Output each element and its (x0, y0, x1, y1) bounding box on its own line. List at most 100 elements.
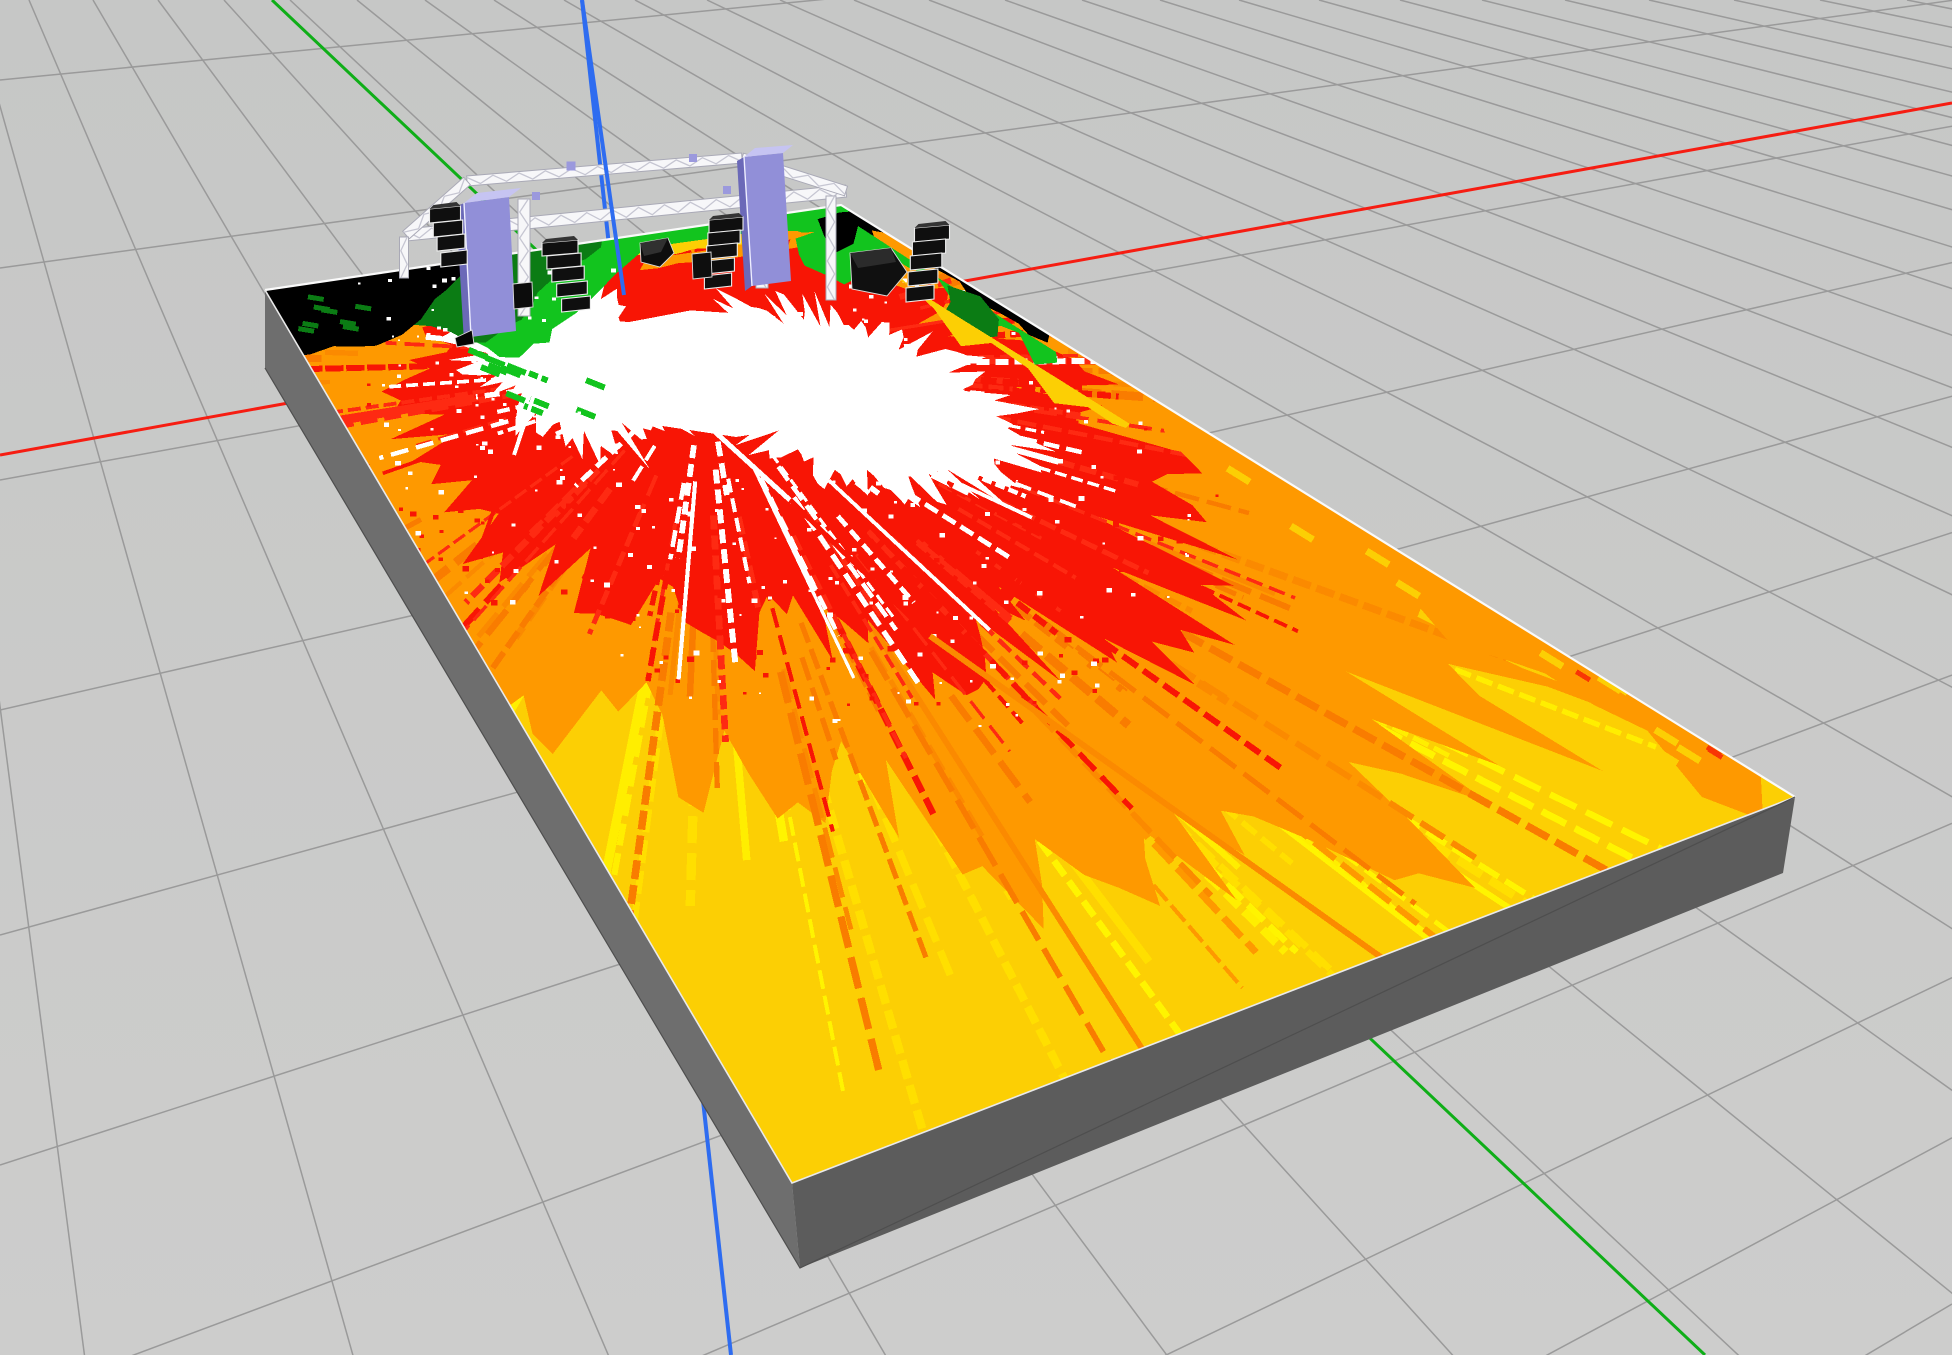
heatmap-speckle (439, 557, 443, 560)
heatmap-speckle (743, 692, 746, 695)
heatmap-speckle (625, 435, 629, 438)
truss-clamp (689, 154, 697, 162)
heatmap-speckle (392, 336, 394, 338)
heatmap-speckle (1080, 616, 1083, 619)
heatmap-speckle (906, 382, 908, 384)
heatmap-speckle (1113, 522, 1119, 527)
heatmap-speckle (568, 354, 572, 358)
heatmap-speckle (358, 283, 361, 285)
heatmap-speckle (830, 658, 836, 663)
heatmap-speckle (480, 446, 485, 450)
heatmap-speckle (764, 487, 768, 490)
heatmap-speckle (398, 364, 401, 366)
heatmap-speckle (1037, 591, 1043, 596)
heatmap-speckle (1140, 487, 1144, 490)
heatmap-speckle (671, 589, 675, 592)
heatmap-speckle (893, 568, 898, 572)
heatmap-speckle (687, 512, 693, 517)
truss-clamp (723, 186, 731, 194)
heatmap-speckle (1012, 332, 1016, 335)
heatmap-speckle (458, 509, 463, 513)
heatmap-speckle (812, 321, 816, 324)
heatmap-speckle (465, 591, 468, 594)
heatmap-speckle (410, 511, 416, 516)
heatmap-speckle (939, 533, 945, 537)
heatmap-speckle (556, 435, 561, 439)
heatmap-speckle (591, 579, 595, 582)
heatmap-speckle (986, 591, 991, 595)
heatmap-speckle (869, 295, 873, 298)
heatmap-speckle (672, 369, 675, 372)
heatmap-speckle (990, 664, 996, 668)
heatmap-speckle (865, 674, 869, 677)
heatmap-speckle (578, 411, 581, 414)
heatmap-speckle (750, 654, 756, 659)
heatmap-speckle (1072, 420, 1078, 425)
heatmap-speckle (1131, 593, 1136, 597)
heatmap-speckle (985, 512, 990, 516)
heatmap-dash (308, 297, 324, 300)
heatmap-speckle (964, 432, 967, 434)
heatmap-speckle (1038, 651, 1043, 655)
heatmap-speckle (1022, 660, 1028, 665)
heatmap-speckle (1004, 601, 1009, 605)
line-array-box (552, 266, 584, 282)
heatmap-speckle (1137, 449, 1142, 453)
viewport-3d[interactable] (0, 0, 1952, 1355)
heatmap-speckle (1066, 410, 1070, 413)
heatmap-speckle (636, 614, 639, 617)
heatmap-speckle (719, 573, 724, 577)
heatmap-speckle (689, 696, 692, 699)
heatmap-speckle (975, 352, 978, 354)
heatmap-speckle (894, 501, 897, 503)
heatmap-speckle (1102, 512, 1106, 515)
heatmap-speckle (564, 557, 570, 562)
heatmap-speckle (717, 594, 722, 598)
heatmap-speckle (474, 518, 479, 522)
heatmap-speckle (634, 375, 638, 378)
heatmap-speckle (832, 481, 835, 483)
heatmap-speckle (675, 610, 679, 613)
heatmap-speckle (1049, 498, 1054, 502)
heatmap-speckle (443, 328, 447, 331)
heatmap-speckle (495, 568, 500, 572)
heatmap-speckle (673, 535, 676, 537)
heatmap-speckle (742, 488, 744, 490)
line-array-box (437, 234, 465, 251)
line-array-box (562, 296, 591, 312)
heatmap-speckle (630, 584, 635, 588)
heatmap-speckle (542, 319, 546, 322)
heatmap-speckle (969, 617, 973, 620)
heatmap-dash (322, 310, 338, 313)
heatmap-speckle (872, 351, 877, 355)
heatmap-speckle (936, 612, 938, 614)
heatmap-dash (340, 322, 356, 325)
heatmap-speckle (826, 667, 830, 670)
heatmap-speckle (511, 523, 515, 526)
heatmap-speckle (1216, 494, 1219, 496)
heatmap-speckle (807, 528, 812, 532)
heatmap-speckle (1116, 560, 1122, 565)
heatmap-speckle (437, 327, 441, 330)
heatmap-speckle (857, 376, 862, 380)
line-array-box (557, 281, 588, 297)
heatmap-speckle (1016, 714, 1019, 716)
heatmap-speckle (510, 600, 516, 604)
heatmap-speckle (408, 472, 413, 476)
heatmap-speckle (488, 450, 493, 454)
heatmap-speckle (838, 351, 843, 355)
heatmap-speckle (829, 577, 833, 580)
heatmap-speckle (766, 508, 769, 510)
heatmap-speckle (1119, 567, 1124, 571)
heatmap-speckle (1011, 677, 1015, 680)
heatmap-speckle (775, 538, 777, 540)
heatmap-speckle (481, 521, 485, 524)
heatmap-speckle (395, 461, 401, 466)
heatmap-speckle (641, 509, 646, 513)
heatmap-speckle (1054, 408, 1056, 410)
scene-svg (0, 0, 1952, 1355)
heatmap-speckle (422, 430, 429, 435)
heatmap-speckle (426, 267, 430, 270)
heatmap-speckle (914, 702, 919, 706)
heatmap-speckle (1100, 476, 1103, 478)
